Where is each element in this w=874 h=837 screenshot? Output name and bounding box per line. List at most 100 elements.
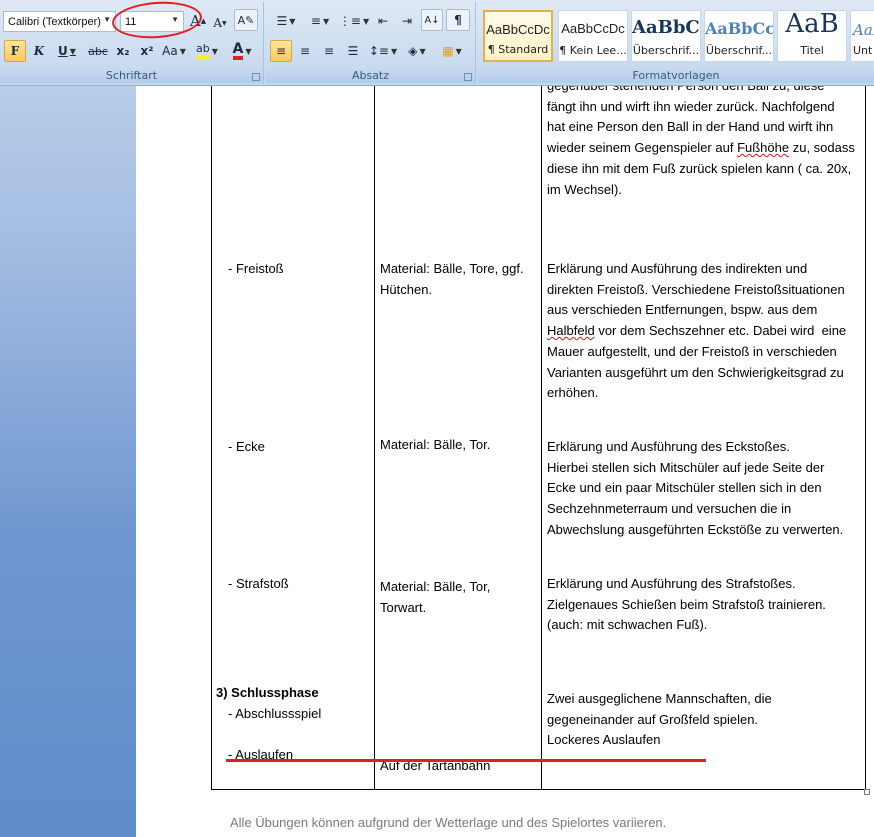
- red-line-annotation: [226, 759, 706, 762]
- table-border-bottom: [211, 789, 866, 790]
- table-cell-material[interactable]: Material: Bälle, Tor, Torwart.: [380, 577, 490, 618]
- caret-down-icon: ▼: [222, 19, 227, 27]
- clear-formatting-button[interactable]: A✎: [234, 9, 258, 31]
- superscript-button[interactable]: x²: [136, 40, 158, 62]
- chevron-down-icon: ▼: [103, 15, 111, 24]
- align-left-button[interactable]: ≡: [270, 40, 292, 62]
- exercise-label: - Ecke: [228, 439, 265, 454]
- sort-button[interactable]: A↓: [421, 9, 443, 31]
- cell-line: Zwei ausgeglichene Mannschaften, die: [547, 691, 772, 706]
- font-dialog-launcher-icon[interactable]: [252, 73, 260, 81]
- style-untertitel[interactable]: AaBl Unt: [850, 10, 874, 62]
- paragraph-group: ☰ ▼ ≡ ▼ ⋮≡ ▼ ⇤ ⇥ A↓ ¶ ≡ ≡ ≡ ☰ ↕≡ ▼ ◈ ▼ ▦…: [266, 2, 476, 84]
- style-name: Überschrif...: [705, 44, 773, 57]
- shrink-font-button[interactable]: A ▼: [210, 12, 230, 34]
- style-standard[interactable]: AaBbCcDc ¶ Standard: [483, 10, 553, 62]
- table-cell-description[interactable]: gegenüber stehenden Person den Ball zu, …: [547, 76, 863, 210]
- chevron-down-icon: ▼: [322, 16, 330, 26]
- highlight-button[interactable]: ab ▼: [192, 40, 222, 62]
- style-ueberschrift-1[interactable]: AaBbC( Überschrif...: [631, 10, 701, 62]
- font-group-label: Schriftart: [0, 69, 263, 83]
- chevron-down-icon: ▼: [179, 46, 186, 56]
- cell-line: Halbfeld vor dem Sechszehner etc. Dabei …: [547, 323, 847, 339]
- borders-button[interactable]: ▦ ▼: [436, 40, 468, 62]
- exercise-label: - Strafstoß: [228, 576, 289, 591]
- cell-line: Hütchen.: [380, 281, 433, 297]
- numbering-button[interactable]: ≡ ▼: [304, 10, 336, 32]
- table-border-right: [865, 86, 866, 790]
- ribbon: Calibri (Textkörper) ▼ 11 ▼ A ▲ A ▼ A✎ F K…: [0, 0, 874, 86]
- show-formatting-button[interactable]: ¶: [446, 9, 470, 31]
- underline-button[interactable]: U ▼: [52, 40, 82, 62]
- cell-line: Hierbei stellen sich Mitschüler auf jede…: [547, 459, 825, 475]
- style-kein-leerraum[interactable]: AaBbCcDc ¶ Kein Lee...: [558, 10, 628, 62]
- decrease-indent-button[interactable]: ⇤: [372, 10, 394, 32]
- style-sample: AaBl: [853, 21, 874, 39]
- multilevel-list-button[interactable]: ⋮≡ ▼: [338, 10, 370, 32]
- increase-indent-button[interactable]: ⇥: [396, 10, 418, 32]
- cell-line: Material: Bälle, Tore, ggf.: [380, 261, 524, 276]
- style-name: ¶ Kein Lee...: [559, 44, 627, 57]
- table-cell-description[interactable]: Erklärung und Ausführung des indirekten …: [547, 259, 846, 404]
- cell-line: Torwart.: [380, 599, 427, 615]
- table-resize-handle[interactable]: [864, 789, 870, 795]
- page-footnote: Alle Übungen können aufgrund der Wetterl…: [230, 815, 667, 830]
- subscript-button[interactable]: x₂: [112, 40, 134, 62]
- cell-line: hat eine Person den Ball in der Hand und…: [547, 119, 834, 135]
- table-cell-material[interactable]: Material: Bälle, Tore, ggf. Hütchen.: [380, 259, 524, 300]
- cell-line: Abwechslung ausgeführten Eckstöße zu ver…: [547, 521, 844, 537]
- table-cell-material[interactable]: Material: Bälle, Tor.: [380, 435, 490, 456]
- chevron-down-icon: ▼: [362, 16, 370, 26]
- italic-button[interactable]: K: [28, 40, 50, 62]
- eraser-icon: A✎: [237, 13, 255, 27]
- cell-line: Material: Bälle, Tor,: [380, 579, 491, 594]
- cell-line: (auch: mit schwachen Fuß).: [547, 617, 708, 633]
- paragraph-dialog-launcher-icon[interactable]: [464, 73, 472, 81]
- cell-line: wieder seinem Gegenspieler auf Fußhöhe z…: [547, 140, 855, 156]
- styles-group: AaBbCcDc ¶ Standard AaBbCcDc ¶ Kein Lee.…: [478, 2, 874, 84]
- cell-line: aus verschieden Entfernungen, bspw. aus …: [547, 302, 818, 318]
- bold-button[interactable]: F: [4, 40, 26, 62]
- indent-icon: ⇥: [401, 14, 413, 28]
- change-case-button[interactable]: Aa ▼: [160, 40, 188, 62]
- bullets-button[interactable]: ☰ ▼: [270, 10, 302, 32]
- line-spacing-button[interactable]: ↕≡ ▼: [368, 40, 398, 62]
- table-border-left: [211, 86, 212, 790]
- exercise-label: - Auslaufen: [228, 747, 294, 763]
- table-cell-description[interactable]: Erklärung und Ausführung des Eckstoßes. …: [547, 437, 843, 541]
- cell-line: Mauer aufgestellt, und der Freistoß in v…: [547, 343, 837, 359]
- strikethrough-button[interactable]: abc: [86, 40, 110, 62]
- cell-line: Material: Bälle, Tor.: [380, 437, 491, 452]
- cell-line: direkten Freistoß. Verschiedene Freistoß…: [547, 281, 845, 297]
- cell-line: Lockeres Auslaufen: [547, 732, 661, 748]
- table-border-col3: [541, 86, 542, 790]
- table-cell-exercise[interactable]: - Ecke: [228, 437, 265, 458]
- table-cell-description[interactable]: Erklärung und Ausführung des Strafstoßes…: [547, 574, 826, 636]
- style-name: Überschrif...: [632, 44, 700, 57]
- align-left-icon: ≡: [275, 44, 287, 58]
- style-ueberschrift-2[interactable]: AaBbCc Überschrif...: [704, 10, 774, 62]
- multilevel-list-icon: ⋮≡: [338, 14, 361, 28]
- font-color-button[interactable]: A ▼: [226, 40, 258, 62]
- chevron-down-icon: ▼: [289, 16, 296, 26]
- spelling-error: Fußhöhe: [737, 140, 790, 156]
- table-cell-exercise[interactable]: - Strafstoß: [228, 574, 289, 595]
- cell-line: Zielgenaues Schießen beim Strafstoß trai…: [547, 596, 826, 612]
- table-cell-exercise[interactable]: - Freistoß: [228, 259, 284, 280]
- cell-line: Erklärung und Ausführung des indirekten …: [547, 261, 808, 276]
- justify-button[interactable]: ☰: [342, 40, 364, 62]
- shading-button[interactable]: ◈ ▼: [402, 40, 432, 62]
- align-center-button[interactable]: ≡: [294, 40, 316, 62]
- table-cell-description[interactable]: Zwei ausgeglichene Mannschaften, die geg…: [547, 689, 772, 751]
- sort-az-icon: A↓: [424, 14, 440, 26]
- cell-line: Sechzehnmeterraum und versuchen die in: [547, 501, 792, 517]
- cell-line: Varianten ausgeführt um den Schwierigkei…: [547, 364, 844, 380]
- align-right-button[interactable]: ≡: [318, 40, 340, 62]
- font-name-combo[interactable]: Calibri (Textkörper) ▼: [3, 11, 116, 32]
- table-border-col2: [374, 86, 375, 790]
- table-cell-exercise[interactable]: 3) Schlussphase - Abschlussspiel - Ausla…: [216, 683, 321, 766]
- style-titel[interactable]: AaB Titel: [777, 9, 847, 62]
- style-name: ¶ Standard: [487, 43, 549, 56]
- style-sample: AaBbC(: [632, 17, 700, 38]
